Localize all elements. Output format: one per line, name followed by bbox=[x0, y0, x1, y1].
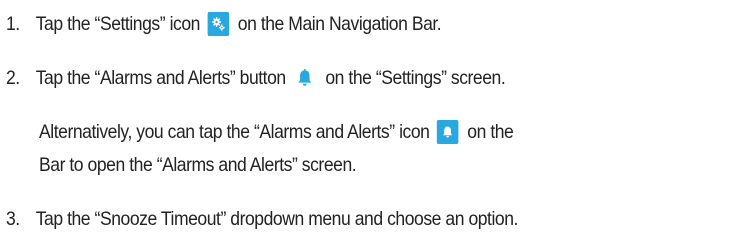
alternative-text-after: on the bbox=[467, 120, 514, 143]
step-text-after: on the “Settings” screen. bbox=[325, 66, 506, 89]
step-2: 2. Tap the “Alarms and Alerts” button on… bbox=[6, 63, 506, 93]
bell-icon bbox=[291, 66, 318, 90]
step-text-after: on the Main Navigation Bar. bbox=[237, 12, 442, 35]
alternative-note-line-1: Alternatively, you can tap the “Alarms a… bbox=[39, 117, 514, 147]
gears-icon bbox=[207, 12, 229, 36]
bell-icon bbox=[436, 120, 459, 144]
step-3: 3. Tap the “Snooze Timeout” dropdown men… bbox=[6, 204, 518, 234]
step-1: 1. Tap the “Settings” icon on the Main N… bbox=[6, 9, 442, 39]
step-number: 2. bbox=[6, 66, 20, 89]
alternative-note-line-2: Bar to open the “Alarms and Alerts” scre… bbox=[39, 150, 357, 180]
step-number: 3. bbox=[6, 207, 20, 230]
step-text-before: Tap the “Alarms and Alerts” button bbox=[35, 66, 286, 89]
step-text: Tap the “Snooze Timeout” dropdown menu a… bbox=[35, 207, 519, 230]
step-text-before: Tap the “Settings” icon bbox=[35, 12, 201, 35]
instruction-document: 1. Tap the “Settings” icon on the Main N… bbox=[0, 0, 730, 250]
alternative-text-line-2: Bar to open the “Alarms and Alerts” scre… bbox=[39, 153, 357, 176]
alternative-text-before: Alternatively, you can tap the “Alarms a… bbox=[39, 120, 430, 143]
step-number: 1. bbox=[6, 12, 20, 35]
